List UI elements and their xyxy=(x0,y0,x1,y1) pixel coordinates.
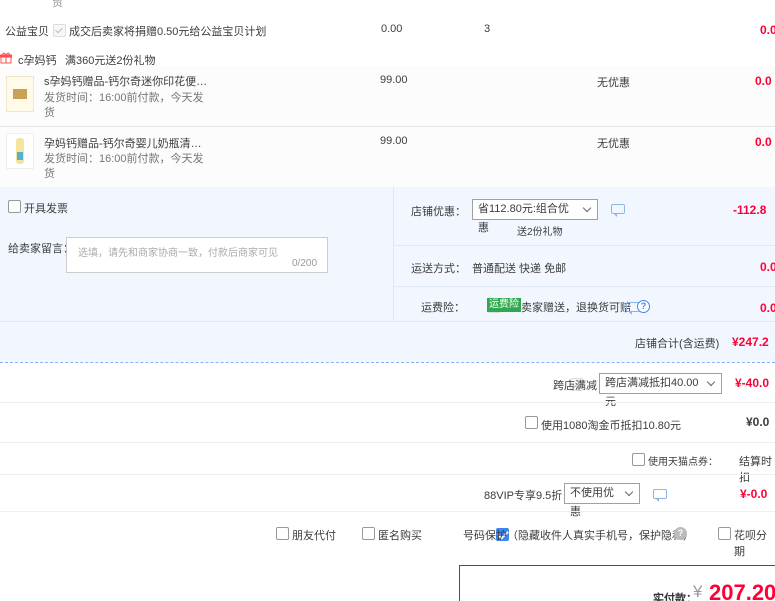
shop-discount-select[interactable]: 省112.80元:组合优惠 xyxy=(472,199,598,234)
currency-symbol: ¥ xyxy=(693,582,703,601)
item-ship-time: 发货时间：16:00前付款，今天发 xyxy=(44,92,204,104)
item-row: s孕妈钙赠品-钙尔奇迷你印花便… 发货时间：16:00前付款，今天发 货 99.… xyxy=(0,66,775,126)
charity-subtotal: 0.0 xyxy=(760,23,775,37)
invoice-checkbox[interactable] xyxy=(8,200,21,213)
charity-qty: 3 xyxy=(484,23,491,35)
message-icon[interactable] xyxy=(653,489,667,502)
friend-pay-label: 朋友代付 xyxy=(292,530,336,542)
cross-store-amount: ¥-40.0 xyxy=(735,376,770,390)
item-discount: 无优惠 xyxy=(597,138,630,150)
item-ship-time-cont: 货 xyxy=(44,168,55,180)
charity-label: 公益宝贝 xyxy=(5,26,49,38)
message-input[interactable]: 选填，请先和商家协商一致，付款后商家可见 0/200 xyxy=(66,237,328,273)
payment-summary-box: 实付款： ¥ 207.20 xyxy=(459,565,775,601)
item-title[interactable]: s孕妈钙赠品-钙尔奇迷你印花便… xyxy=(44,73,207,89)
charity-checkbox[interactable] xyxy=(53,24,66,38)
shop-total-label: 店铺合计(含运费) xyxy=(635,338,720,350)
help-icon[interactable]: ? xyxy=(674,527,687,540)
coins-amount: ¥0.0 xyxy=(746,415,770,429)
item-title[interactable]: 孕妈钙赠品-钙尔奇婴儿奶瓶清… xyxy=(44,135,202,151)
message-placeholder: 选填，请先和商家协商一致，付款后商家可见 xyxy=(78,248,278,259)
item-price: 99.00 xyxy=(380,74,408,86)
payment-label: 实付款： xyxy=(653,593,697,601)
shipping-label: 运送方式： xyxy=(411,263,466,275)
gift-icon xyxy=(0,52,12,64)
item-subtotal: 0.0 xyxy=(755,135,772,149)
item-row: 孕妈钙赠品-钙尔奇婴儿奶瓶清… 发货时间：16:00前付款，今天发 货 99.0… xyxy=(0,127,775,187)
message-label: 给卖家留言： xyxy=(8,243,74,255)
installment-checkbox[interactable] xyxy=(718,527,731,540)
insurance-text: 卖家赠送，退换货可赔 xyxy=(521,302,631,314)
anonymous-checkbox[interactable] xyxy=(362,527,375,540)
tmall-points-label: 使用天猫点券： xyxy=(648,457,718,468)
help-icon[interactable]: ? xyxy=(637,300,650,313)
vip-label: 88VIP专享9.5折 xyxy=(484,490,563,502)
shop-discount-note: 送2份礼物 xyxy=(517,227,563,238)
insurance-label: 运费险： xyxy=(421,302,465,314)
vip-amount: ¥-0.0 xyxy=(740,487,768,501)
insurance-amount: 0.0 xyxy=(760,301,775,315)
shipping-amount: 0.0 xyxy=(760,260,775,274)
item-discount: 无优惠 xyxy=(597,77,630,89)
privacy-label: 号码保护（隐藏收件人真实手机号，保护隐私） xyxy=(463,530,694,542)
vip-select[interactable]: 不使用优惠 xyxy=(564,483,640,518)
insurance-badge: 运费险 xyxy=(487,298,521,312)
shop-total-amount: ¥247.2 xyxy=(732,335,769,349)
shop-discount-label: 店铺优惠： xyxy=(411,206,466,218)
message-counter: 0/200 xyxy=(292,258,318,269)
cut-off-text: 贸 xyxy=(52,0,63,9)
charity-text: 成交后卖家将捐赠0.50元给公益宝贝计划 xyxy=(69,26,267,38)
anonymous-label: 匿名购买 xyxy=(378,530,422,542)
message-icon[interactable] xyxy=(611,204,625,217)
item-ship-time: 发货时间：16:00前付款，今天发 xyxy=(44,153,204,165)
payment-amount: 207.20 xyxy=(709,580,775,601)
charity-price: 0.00 xyxy=(381,23,403,35)
installment-label: 花呗分期 xyxy=(734,530,767,558)
coins-label: 使用1080淘金币抵扣10.80元 xyxy=(541,420,681,432)
item-subtotal: 0.0 xyxy=(755,74,772,88)
tmall-points-checkbox[interactable] xyxy=(632,453,645,466)
cross-store-label: 跨店满减 xyxy=(553,380,597,392)
shipping-value: 普通配送 快递 免邮 xyxy=(472,263,567,275)
shop-discount-amount: -112.8 xyxy=(733,203,767,217)
tmall-points-extra: 结算时扣 xyxy=(739,456,772,484)
cross-store-select[interactable]: 跨店满减抵扣40.00元 xyxy=(599,373,722,408)
invoice-label: 开具发票 xyxy=(24,203,68,215)
product-thumbnail[interactable] xyxy=(6,133,34,169)
product-thumbnail[interactable] xyxy=(6,76,34,112)
coins-checkbox[interactable] xyxy=(525,416,538,429)
item-price: 99.00 xyxy=(380,135,408,147)
friend-pay-checkbox[interactable] xyxy=(276,527,289,540)
item-ship-time-cont: 货 xyxy=(44,107,55,119)
